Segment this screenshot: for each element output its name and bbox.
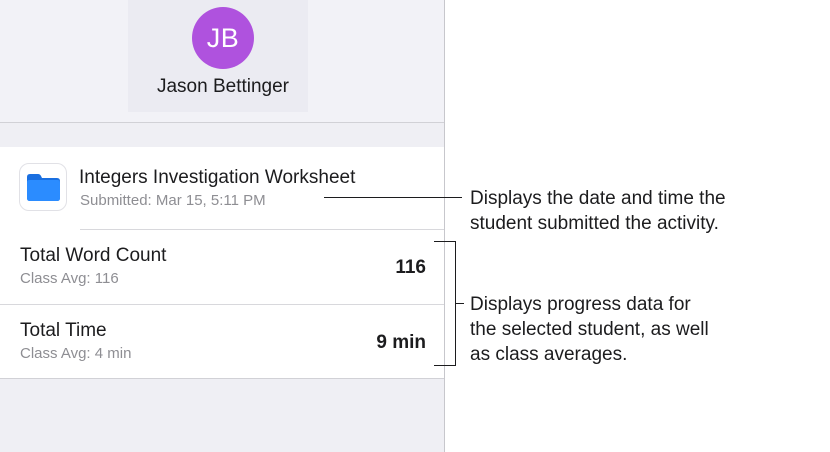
metric-label: Total Word Count <box>20 245 167 266</box>
callout-line-text: Displays the date and time the <box>470 188 726 209</box>
callout-line-text: as class averages. <box>470 344 628 365</box>
student-profile-header: JB Jason Bettinger <box>0 0 444 123</box>
submission-timestamp: Submitted: Mar 15, 5:11 PM <box>80 192 266 209</box>
student-progress-panel: JB Jason Bettinger Integers Investigatio… <box>0 0 445 452</box>
activity-file-tile <box>19 163 67 211</box>
section-spacer <box>0 123 444 147</box>
metric-row-total-time: Total Time Class Avg: 4 min 9 min <box>0 305 444 379</box>
student-name: Jason Bettinger <box>156 76 290 97</box>
avatar[interactable]: JB <box>192 7 254 69</box>
callout-line-text: Displays progress data for <box>470 294 691 315</box>
metric-class-average: Class Avg: 4 min <box>20 345 132 362</box>
submission-callout-line <box>324 197 462 198</box>
submission-callout-text: Displays the date and time the student s… <box>470 186 726 236</box>
callout-line-text: student submitted the activity. <box>470 213 719 234</box>
folder-icon <box>27 174 60 201</box>
activity-row[interactable]: Integers Investigation Worksheet Submitt… <box>0 147 444 229</box>
metric-label: Total Time <box>20 320 107 341</box>
progress-callout-text: Displays progress data for the selected … <box>470 292 709 367</box>
metric-row-word-count: Total Word Count Class Avg: 116 116 <box>0 230 444 304</box>
progress-card: Integers Investigation Worksheet Submitt… <box>0 147 444 379</box>
metric-value: 9 min <box>376 332 426 353</box>
metric-value: 116 <box>395 257 426 278</box>
progress-callout-line <box>456 303 464 304</box>
progress-callout-bracket <box>434 241 456 366</box>
activity-title: Integers Investigation Worksheet <box>79 167 356 188</box>
metric-class-average: Class Avg: 116 <box>20 270 119 287</box>
callout-line-text: the selected student, as well <box>470 319 709 340</box>
illustration: JB Jason Bettinger Integers Investigatio… <box>0 0 830 452</box>
